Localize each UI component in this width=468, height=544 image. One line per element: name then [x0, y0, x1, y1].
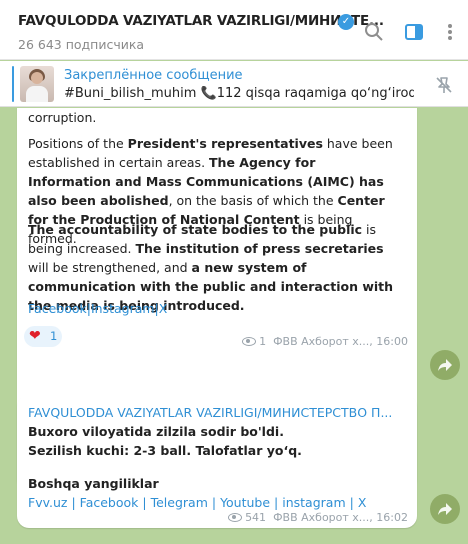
facebook-link[interactable]: Facebook: [28, 301, 87, 316]
share-button[interactable]: [430, 350, 460, 380]
instagram-link[interactable]: instagram: [282, 495, 345, 510]
heart-icon: ❤: [29, 328, 41, 344]
fvv-site-link[interactable]: Fvv.uz: [28, 495, 67, 510]
social-links: Fvv.uz | Facebook | Telegram | Youtube |…: [28, 495, 367, 510]
message-feed[interactable]: corruption. Positions of the President's…: [0, 108, 468, 544]
share-button[interactable]: [430, 494, 460, 524]
message-line: Buxoro viloyatida zilzila sodir bo'ldi.: [28, 424, 284, 439]
subscriber-count: 26 643 подписчика: [18, 37, 145, 52]
unpin-icon[interactable]: [434, 75, 454, 95]
more-vertical-icon[interactable]: [440, 22, 460, 42]
message-line: Sezilish kuchi: 2-3 ball. Talofatlar yo‘…: [28, 443, 302, 458]
message-author: ФВВ Ахборот х...: [273, 335, 370, 348]
instagram-link[interactable]: Instagram: [91, 301, 155, 316]
telegram-link[interactable]: Telegram: [151, 495, 208, 510]
search-icon[interactable]: [364, 22, 384, 42]
eye-icon: [242, 337, 257, 346]
message-sender[interactable]: FAVQULODDA VAZIYATLAR VAZIRLIGI/МИНИСТЕР…: [28, 403, 398, 422]
pinned-indicator: [12, 66, 14, 102]
message-text-cut: corruption.: [28, 110, 97, 125]
chat-header: FAVQULODDA VAZIYATLAR VAZIRLIGI/МИНИСТЕ.…: [0, 0, 468, 60]
pinned-thumbnail: [20, 66, 54, 102]
channel-title[interactable]: FAVQULODDA VAZIYATLAR VAZIRLIGI/МИНИСТЕ.…: [18, 13, 384, 29]
facebook-link[interactable]: Facebook: [80, 495, 139, 510]
view-count: 541: [245, 511, 267, 524]
share-icon: [438, 503, 452, 515]
reaction-badge[interactable]: ❤ 1: [24, 326, 62, 347]
x-link[interactable]: X: [159, 301, 168, 316]
message-time: 16:02: [376, 511, 408, 524]
message-author: ФВВ Ахборот х...: [273, 511, 370, 524]
reaction-count: 1: [50, 329, 58, 343]
message-meta: 1 ФВВ Ахборот х..., 16:00: [242, 335, 408, 348]
more-news-label: Boshqa yangiliklar: [28, 476, 159, 491]
youtube-link[interactable]: Youtube: [220, 495, 270, 510]
pinned-text: #Buni_bilish_muhim 📞112 qisqa raqamiga q…: [64, 86, 414, 101]
view-count: 1: [259, 335, 267, 348]
message-bubble: FAVQULODDA VAZIYATLAR VAZIRLIGI/МИНИСТЕР…: [17, 395, 417, 528]
sidebar-toggle-icon[interactable]: [404, 22, 424, 42]
pinned-title: Закреплённое сообщение: [64, 68, 243, 83]
eye-icon: [228, 513, 243, 522]
message-time: 16:00: [376, 335, 408, 348]
message-meta: 541 ФВВ Ахборот х..., 16:02: [228, 511, 408, 524]
share-icon: [438, 359, 452, 371]
social-links: Facebook|Instagram|X: [28, 301, 168, 316]
verified-icon: ✓: [338, 14, 354, 30]
x-link[interactable]: X: [358, 495, 367, 510]
pinned-message-bar[interactable]: Закреплённое сообщение #Buni_bilish_muhi…: [0, 61, 468, 107]
